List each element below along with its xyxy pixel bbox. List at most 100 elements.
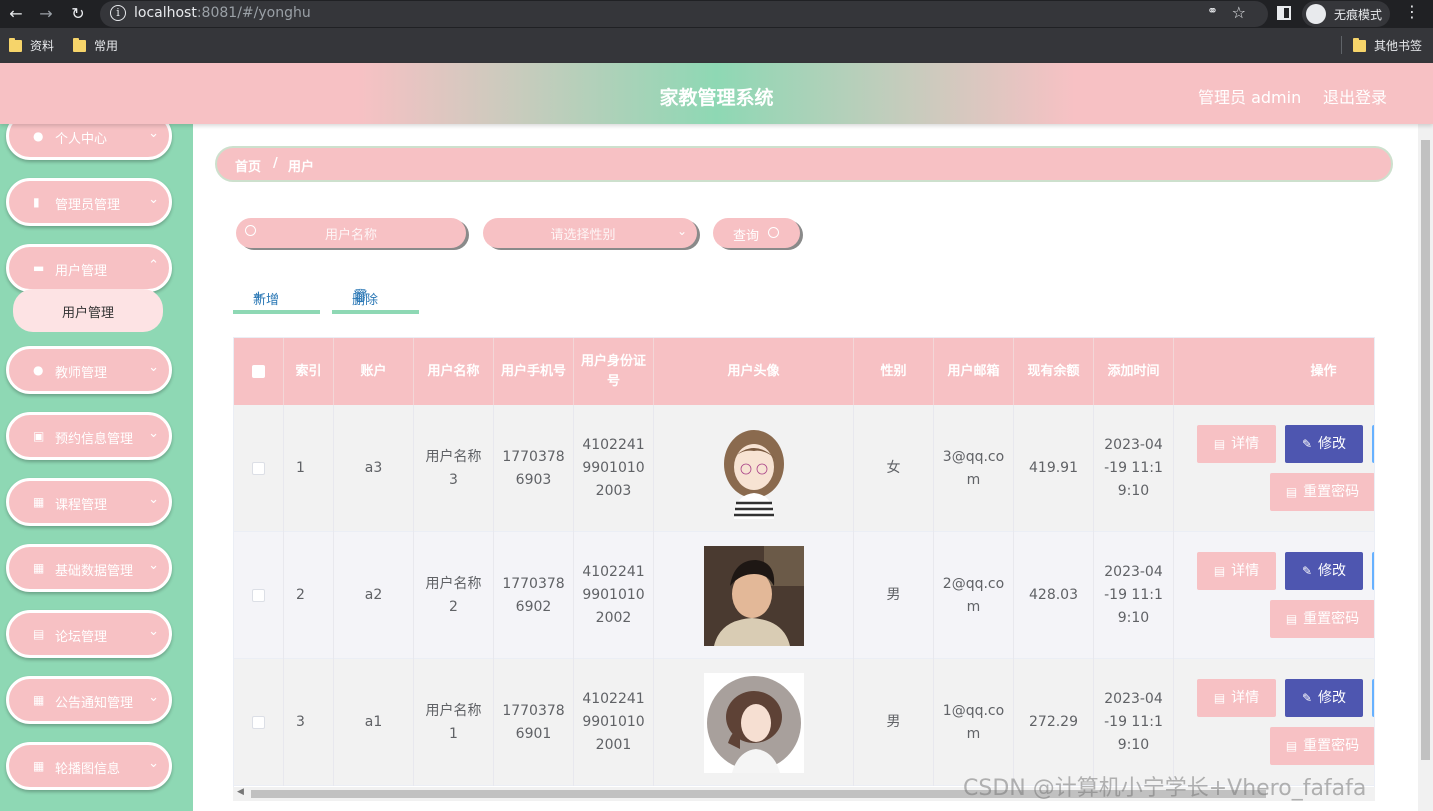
column-header: 账户 [334,338,414,405]
gender-select[interactable]: 请选择性别 ⌄ [483,218,697,248]
bookmark-folder-changyong[interactable]: 常用 [73,37,118,54]
user-icon: ● [33,363,44,377]
cell-email: 1@qq.com [934,659,1014,786]
browser-toolbar: ← → ↻ i localhost:8081/#/yonghu ⚭ ☆ 无痕模式… [0,0,1433,28]
row-checkbox[interactable] [252,462,265,475]
cell-avatar [654,405,854,532]
cell-index: 3 [284,659,334,786]
chevron-up-icon: ⌃ [148,258,159,273]
menu-icon[interactable]: ⋮ [1404,2,1420,21]
select-placeholder: 请选择性别 [550,228,616,243]
edit-button[interactable]: ✎ 修改 [1285,552,1363,590]
document-icon: ▤ [1213,690,1226,705]
cell-name: 用户名称2 [414,532,494,659]
bookmarks-bar: 资料 常用 其他书签 [0,28,1433,63]
document-icon: ▤ [1213,563,1226,578]
sidebar-item-label: 公告通知管理 [55,696,134,711]
cell-phone: 17703786903 [494,405,574,532]
breadcrumb: 首页 / 用户 [215,146,1393,182]
sidebar-item-course-management[interactable]: ▦ 课程管理 ⌄ [6,478,172,526]
reset-password-button[interactable]: ▤ 重置密码 [1270,473,1374,511]
sidebar-item-basic-data[interactable]: ▦ 基础数据管理 ⌄ [6,544,172,592]
column-header: 现有余额 [1014,338,1094,405]
column-header: 用户手机号 [494,338,574,405]
reset-password-button[interactable]: ▤ 重置密码 [1270,727,1374,765]
add-button[interactable]: + 新增 [233,279,320,314]
sidebar-item-notice-management[interactable]: ▦ 公告通知管理 ⌄ [6,676,172,724]
row-checkbox-cell[interactable] [234,659,284,786]
breadcrumb-separator: / [273,156,278,171]
document-icon: ▤ [1285,484,1298,499]
edit-label: 修改 [1318,562,1347,579]
more-button[interactable] [1372,679,1374,717]
folder-icon [73,38,86,52]
search-icon [768,227,779,238]
edit-button[interactable]: ✎ 修改 [1285,425,1363,463]
logout-link[interactable]: 退出登录 [1323,84,1387,108]
forward-icon[interactable]: → [34,2,58,26]
cell-time: 2023-04-19 11:19:10 [1094,405,1174,532]
sidebar-item-user-management[interactable]: ▬ 用户管理 ⌃ [6,244,172,292]
clipboard-icon: ▮ [33,195,40,209]
bookmark-folder-ziliao[interactable]: 资料 [9,37,54,54]
incognito-label: 无痕模式 [1334,8,1383,22]
reset-label: 重置密码 [1303,737,1360,754]
cell-gender: 女 [854,405,934,532]
app-header: 家教管理系统 管理员 admin 退出登录 [0,63,1433,124]
submenu-item-user-management[interactable]: 用户管理 [13,289,163,332]
bookmark-folder-other[interactable]: 其他书签 [1353,37,1422,54]
sidebar-item-personal-center[interactable]: ● 个人中心 ⌄ [6,124,172,160]
sidebar-item-admin-management[interactable]: ▮ 管理员管理 ⌄ [6,178,172,226]
sidebar-item-carousel[interactable]: ▦ 轮播图信息 ⌄ [6,742,172,790]
address-bar[interactable]: i localhost:8081/#/yonghu ⚭ ☆ [100,1,1268,27]
breadcrumb-home[interactable]: 首页 [235,156,261,175]
reload-icon[interactable]: ↻ [66,2,90,26]
column-header: 用户头像 [654,338,854,405]
avatar[interactable] [703,672,804,773]
reset-password-button[interactable]: ▤ 重置密码 [1270,600,1374,638]
avatar[interactable] [703,545,804,646]
vertical-scrollbar[interactable] [1418,124,1433,811]
chevron-down-icon: ⌄ [148,690,159,705]
url-text[interactable]: localhost:8081/#/yonghu [134,5,311,21]
detail-button[interactable]: ▤ 详情 [1197,552,1276,590]
cell-id-card: 410224199010102003 [574,405,654,532]
incognito-badge[interactable]: 无痕模式 [1302,1,1390,27]
cell-phone: 17703786901 [494,659,574,786]
scroll-left-icon[interactable]: ◀ [237,787,244,797]
row-checkbox[interactable] [252,716,265,729]
cell-email: 2@qq.com [934,532,1014,659]
back-icon[interactable]: ← [4,2,28,26]
avatar[interactable] [703,418,804,519]
search-input[interactable]: 用户名称 [236,218,466,248]
edit-label: 修改 [1318,435,1347,452]
watermark: CSDN @计算机小宁学长+Vhero_fafafa [963,776,1367,801]
chevron-down-icon: ⌄ [148,558,159,573]
tab-search-icon[interactable] [1277,6,1291,20]
delete-button[interactable]: 🗑︎ 删除 [332,279,419,314]
row-checkbox[interactable] [252,589,265,602]
row-checkbox-cell[interactable] [234,532,284,659]
reset-label: 重置密码 [1303,610,1360,627]
header-checkbox-cell[interactable] [234,338,284,405]
ticket-icon: ▬ [33,261,45,275]
cell-account: a2 [334,532,414,659]
more-button[interactable] [1372,425,1374,463]
edit-button[interactable]: ✎ 修改 [1285,679,1363,717]
cell-actions: ▤ 详情 ✎ 修改 ▤ 重置密码 [1174,405,1374,532]
key-icon[interactable]: ⚭ [1207,4,1218,19]
select-all-checkbox[interactable] [252,365,265,378]
sidebar-item-booking-management[interactable]: ▣ 预约信息管理 ⌄ [6,412,172,460]
more-button[interactable] [1372,552,1374,590]
detail-label: 详情 [1231,435,1260,452]
detail-button[interactable]: ▤ 详情 [1197,679,1276,717]
sidebar-item-teacher-management[interactable]: ● 教师管理 ⌄ [6,346,172,394]
star-icon[interactable]: ☆ [1232,3,1246,22]
sidebar-item-forum-management[interactable]: ▤ 论坛管理 ⌄ [6,610,172,658]
query-button[interactable]: 查询 [713,218,800,248]
row-checkbox-cell[interactable] [234,405,284,532]
cell-time: 2023-04-19 11:19:10 [1094,659,1174,786]
scrollbar-thumb[interactable] [1421,140,1430,760]
detail-button[interactable]: ▤ 详情 [1197,425,1276,463]
info-icon[interactable]: i [110,5,126,21]
